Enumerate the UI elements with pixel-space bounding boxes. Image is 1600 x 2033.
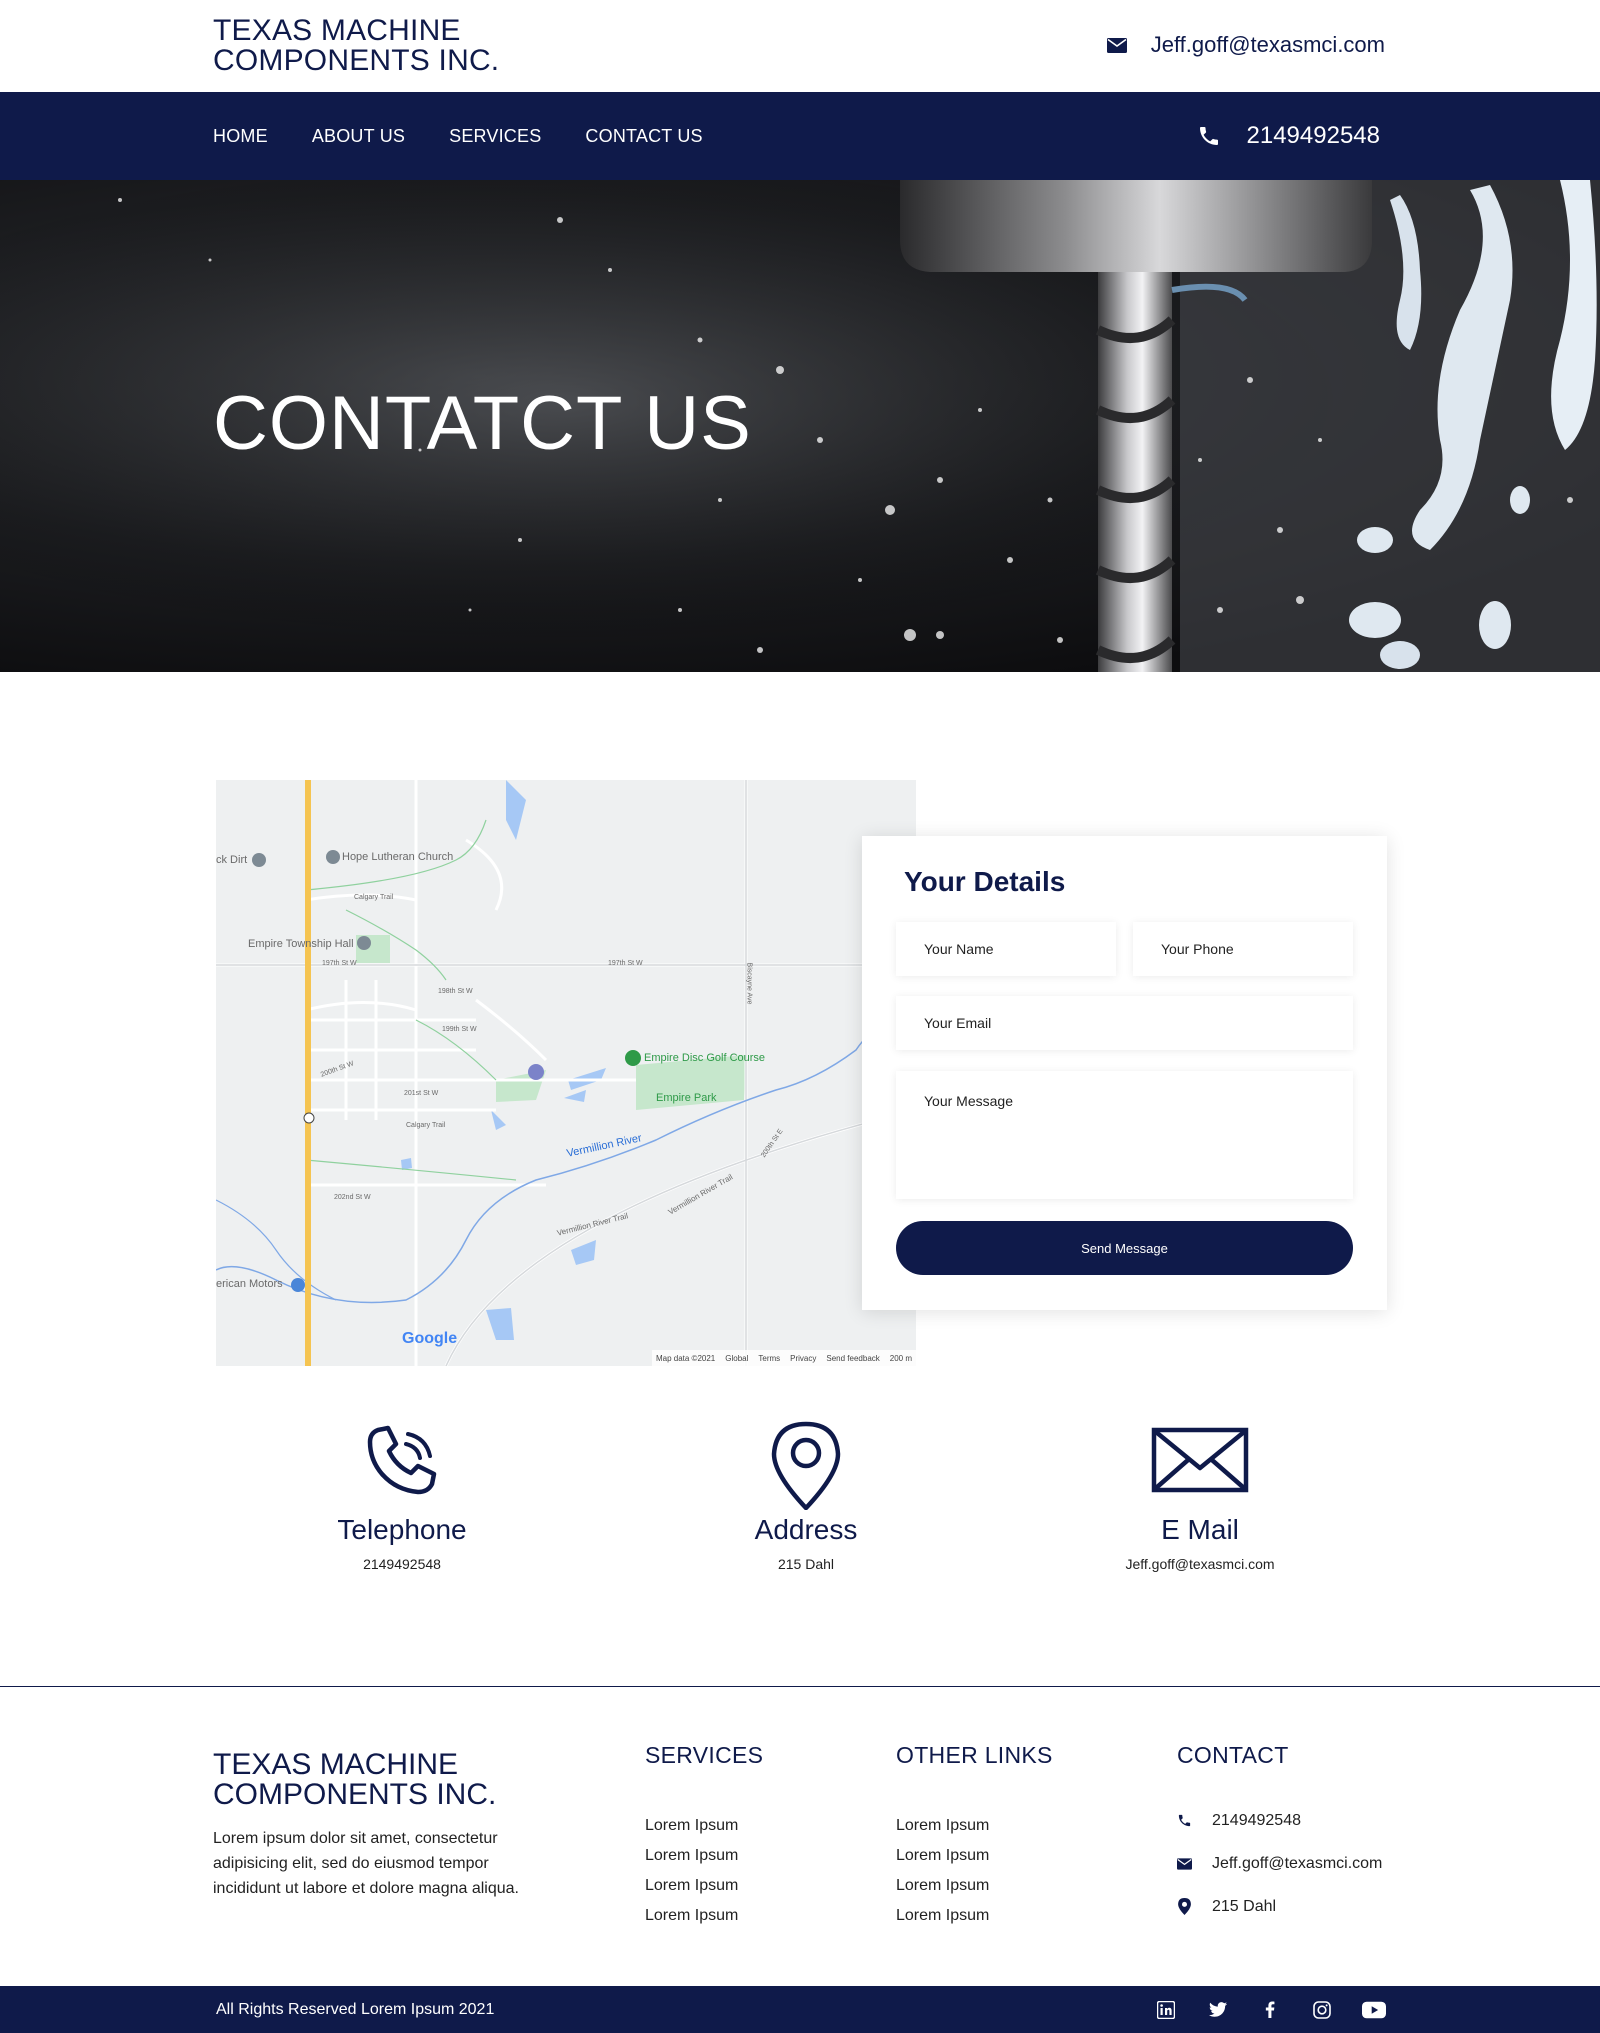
map-label-golf: Empire Disc Golf Course xyxy=(644,1052,766,1064)
nav-contact-us[interactable]: CONTACT US xyxy=(585,126,702,147)
nav-links: HOME ABOUT US SERVICES CONTACT US xyxy=(213,92,703,180)
google-map[interactable]: ck Dirt Hope Lutheran Church Empire Town… xyxy=(216,780,916,1366)
envelope-icon xyxy=(1177,1857,1192,1870)
nav-services[interactable]: SERVICES xyxy=(449,126,541,147)
phone-ringing-icon xyxy=(367,1425,437,1495)
nav-home[interactable]: HOME xyxy=(213,126,268,147)
hero-title: CONTATCT US xyxy=(213,381,752,466)
footer-services-link[interactable]: Lorem Ipsum xyxy=(645,1901,763,1931)
footer-other-link[interactable]: Lorem Ipsum xyxy=(896,1871,1053,1901)
email-title: E Mail xyxy=(1161,1514,1239,1545)
bottom-bar: All Rights Reserved Lorem Ipsum 2021 xyxy=(0,1986,1600,2033)
youtube-icon[interactable] xyxy=(1362,1998,1386,2022)
footer-services-title: SERVICES xyxy=(645,1742,764,1768)
nav-about-us[interactable]: ABOUT US xyxy=(312,126,405,147)
hero-banner: CONTATCT US xyxy=(0,180,1600,672)
footer-brand-line-1: TEXAS MACHINE xyxy=(213,1748,459,1781)
footer-contact: CONTACT 2149492548 Jeff.goff@texasmci.co… xyxy=(1177,1742,1382,1928)
location-pin-icon xyxy=(1178,1898,1191,1915)
address-value: 215 Dahl xyxy=(777,1556,835,1572)
footer-phone-text: 2149492548 xyxy=(1212,1811,1301,1829)
map-label-biscayne: Biscayne Ave xyxy=(745,962,753,1005)
email-value[interactable]: Jeff.goff@texasmci.com xyxy=(1050,1556,1350,1572)
twitter-icon[interactable] xyxy=(1206,1998,1230,2022)
footer-services-link[interactable]: Lorem Ipsum xyxy=(645,1841,763,1871)
brand-line-1: TEXAS MACHINE xyxy=(213,14,461,47)
phone-input[interactable]: Your Phone xyxy=(1133,922,1353,976)
footer-brand[interactable]: TEXAS MACHINE COMPONENTS INC. xyxy=(213,1750,496,1810)
header-email-text: Jeff.goff@texasmci.com xyxy=(1150,32,1385,57)
map-label-199th: 199th St W xyxy=(442,1026,477,1033)
location-pin-icon xyxy=(771,1421,841,1510)
linkedin-icon[interactable] xyxy=(1154,1998,1178,2022)
nav-phone[interactable]: 2149492548 xyxy=(1197,92,1380,180)
top-header: TEXAS MACHINE COMPONENTS INC. Jeff.goff@… xyxy=(0,0,1600,92)
telephone-info: Telephone 2149492548 xyxy=(252,1420,552,1572)
map-label-church: Hope Lutheran Church xyxy=(342,851,454,863)
map-terms-link[interactable]: Terms xyxy=(758,1354,780,1363)
footer-services: SERVICES Lorem Ipsum Lorem Ipsum Lorem I… xyxy=(645,1742,763,1931)
footer-email[interactable]: Jeff.goff@texasmci.com xyxy=(1177,1842,1382,1885)
footer-email-text: Jeff.goff@texasmci.com xyxy=(1212,1854,1383,1872)
map-privacy-link[interactable]: Privacy xyxy=(790,1354,816,1363)
footer-other-links-title: OTHER LINKS xyxy=(896,1742,1053,1768)
email-input[interactable]: Your Email xyxy=(896,996,1353,1050)
copyright-text: All Rights Reserved Lorem Ipsum 2021 xyxy=(216,2000,495,2018)
map-label-motors: erican Motors xyxy=(216,1278,283,1290)
footer-services-link[interactable]: Lorem Ipsum xyxy=(645,1811,763,1841)
map-label-201st: 201st St W xyxy=(404,1090,439,1097)
map-label-197th: 197th St W xyxy=(322,960,357,967)
nav-phone-number: 2149492548 xyxy=(1246,122,1380,149)
footer-other-links: OTHER LINKS Lorem Ipsum Lorem Ipsum Lore… xyxy=(896,1742,1053,1931)
send-message-button[interactable]: Send Message xyxy=(896,1221,1353,1275)
address-info: Address 215 Dahl xyxy=(656,1420,956,1572)
instagram-icon[interactable] xyxy=(1310,1998,1334,2022)
map-scale: 200 m xyxy=(889,1353,912,1363)
google-logo: Google xyxy=(402,1330,458,1347)
telephone-title: Telephone xyxy=(337,1514,467,1545)
map-label-197th-2: 197th St W xyxy=(608,960,643,967)
footer-divider xyxy=(0,1686,1600,1687)
header-email[interactable]: Jeff.goff@texasmci.com xyxy=(1106,32,1385,58)
footer-other-link[interactable]: Lorem Ipsum xyxy=(896,1901,1053,1931)
map-label-calgary: Calgary Trail xyxy=(354,894,394,901)
main-nav: HOME ABOUT US SERVICES CONTACT US 214949… xyxy=(0,92,1600,180)
map-label-202nd: 202nd St W xyxy=(334,1194,371,1201)
footer-brand-line-2: COMPONENTS INC. xyxy=(213,1778,497,1811)
brand-line-2: COMPONENTS INC. xyxy=(213,44,500,77)
map-global-link[interactable]: Global xyxy=(725,1354,748,1363)
map-attribution: Map data ©2021 Global Terms Privacy Send… xyxy=(651,1350,916,1366)
telephone-value[interactable]: 2149492548 xyxy=(252,1556,552,1572)
facebook-icon[interactable] xyxy=(1258,1998,1282,2022)
map-label-hall: Empire Township Hall xyxy=(248,938,354,950)
map-label-calgary-2: Calgary Trail xyxy=(406,1122,446,1129)
map-label-198th: 198th St W xyxy=(438,988,473,995)
map-feedback-link[interactable]: Send feedback xyxy=(826,1354,879,1363)
message-textarea[interactable]: Your Message xyxy=(896,1071,1353,1199)
phone-icon xyxy=(1199,127,1218,145)
email-info: E Mail Jeff.goff@texasmci.com xyxy=(1050,1420,1350,1572)
envelope-icon xyxy=(1106,37,1127,53)
phone-icon xyxy=(1178,1814,1191,1827)
social-links xyxy=(1154,1986,1386,2033)
footer-address-text: 215 Dahl xyxy=(1212,1897,1277,1915)
footer-contact-title: CONTACT xyxy=(1177,1742,1289,1768)
map-label-park: Empire Park xyxy=(656,1092,717,1104)
form-title: Your Details xyxy=(904,866,1066,897)
footer-other-link[interactable]: Lorem Ipsum xyxy=(896,1841,1053,1871)
contact-form-card: Your Details Your Name Your Phone Your E… xyxy=(862,836,1387,1310)
name-input[interactable]: Your Name xyxy=(896,922,1116,976)
footer-services-link[interactable]: Lorem Ipsum xyxy=(645,1871,763,1901)
map-label-dirt: ck Dirt xyxy=(216,854,248,866)
envelope-icon xyxy=(1151,1427,1249,1493)
footer-phone[interactable]: 2149492548 xyxy=(1177,1799,1382,1842)
footer-other-link[interactable]: Lorem Ipsum xyxy=(896,1811,1053,1841)
map-data-credit: Map data ©2021 xyxy=(655,1353,716,1363)
brand-logo[interactable]: TEXAS MACHINE COMPONENTS INC. xyxy=(213,16,499,76)
address-title: Address xyxy=(754,1514,858,1545)
footer-address: 215 Dahl xyxy=(1177,1885,1382,1928)
footer-about-text: Lorem ipsum dolor sit amet, consectetur … xyxy=(213,1830,519,1897)
